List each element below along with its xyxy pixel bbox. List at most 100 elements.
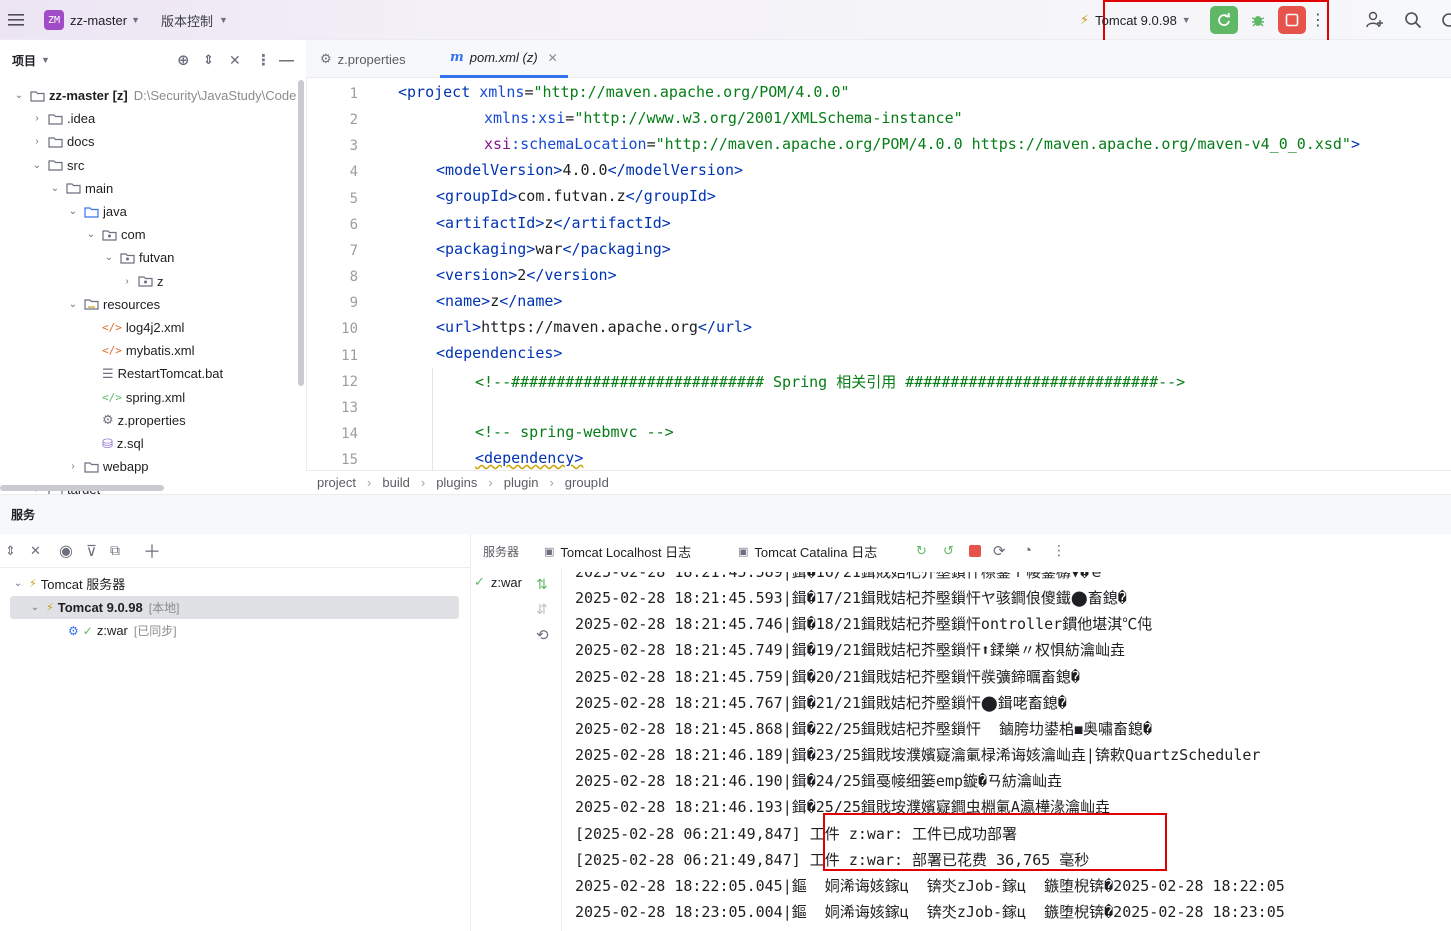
code-line-12: <!--############################ Spring … [475, 373, 1186, 391]
breadcrumb-item[interactable]: groupId [565, 475, 609, 490]
stop-button[interactable] [1278, 6, 1306, 34]
tab-z-properties[interactable]: ⚙ z.properties [320, 40, 406, 78]
settings-button[interactable] [1440, 0, 1451, 40]
tree-item-idea[interactable]: › .idea [0, 107, 306, 130]
package-icon [120, 252, 135, 264]
locate-icon[interactable]: ⊕ [177, 51, 190, 69]
tree-item-webapp[interactable]: › webapp [0, 455, 306, 478]
chevron-right-icon[interactable]: › [120, 276, 134, 287]
expand-all-icon[interactable]: ⇕ [5, 543, 16, 559]
debug-button[interactable] [1244, 6, 1272, 34]
search-everywhere-button[interactable] [1404, 0, 1422, 40]
rerun-icon [1218, 12, 1231, 26]
log-line: 2025-02-28 18:21:46.190|鍓�24/25鍓戞帹细篓emp鏇… [575, 772, 1063, 791]
chevron-down-icon[interactable]: ▼ [41, 55, 50, 65]
chevron-down-icon[interactable]: ⌄ [30, 160, 44, 171]
tree-item-java[interactable]: ⌄ java [0, 200, 306, 223]
tab-localhost-log[interactable]: ▣ Tomcat Localhost 日志 [544, 534, 691, 568]
chevron-down-icon[interactable]: ⌄ [84, 229, 98, 240]
project-tree-scrollbar[interactable] [298, 80, 304, 386]
run-config-selector[interactable]: ⚡ Tomcat 9.0.98 ▼ [1080, 0, 1191, 40]
refresh-icon[interactable]: ⟲ [536, 626, 549, 644]
chevron-right-icon[interactable]: › [30, 113, 44, 124]
line-number: 13 [341, 399, 358, 416]
tree-item-restarttomcat-bat[interactable]: ☰ RestartTomcat.bat [0, 362, 306, 385]
gear-icon: ⚙ [320, 51, 332, 66]
services-tree-root[interactable]: ⌄ ⚡ Tomcat 服务器 [0, 572, 306, 595]
xml-file-icon: </> [102, 321, 122, 334]
main-menu-button[interactable] [8, 0, 24, 40]
project-panel-title[interactable]: 项目 [12, 52, 36, 69]
kebab-icon[interactable]: ⋮ [256, 51, 271, 69]
stop-icon[interactable] [969, 545, 981, 557]
tree-label: Tomcat 9.0.98 [57, 600, 143, 615]
project-switcher[interactable]: ZM zz-master ▼ [44, 0, 140, 40]
rerun-button[interactable] [1210, 6, 1238, 34]
tree-item-z[interactable]: › z [0, 270, 306, 293]
close-icon[interactable]: ✕ [548, 51, 558, 65]
tree-item-com[interactable]: ⌄ com [0, 223, 306, 246]
vcs-widget[interactable]: 版本控制 ▼ [161, 0, 228, 40]
tree-item-z-sql[interactable]: ⛁ z.sql [0, 432, 306, 455]
add-icon[interactable]: ＋ [143, 538, 161, 564]
folder-icon [84, 461, 99, 473]
tab-pom-xml[interactable]: m pom.xml (z) ✕ [440, 40, 568, 78]
line-number: 1 [349, 86, 358, 102]
tree-item-z-properties[interactable]: ⚙ z.properties [0, 409, 306, 432]
project-tree-hscrollbar[interactable] [0, 485, 164, 491]
tab-catalina-log[interactable]: ▣ Tomcat Catalina 日志 [738, 534, 877, 568]
gauge-icon[interactable]: ◔ [1023, 542, 1032, 559]
log-line: 2025-02-28 18:22:05.045|鏂 姛浠诲姟鎵ц 锛氼zJob-… [575, 876, 1285, 895]
log-line: 2025-02-28 18:21:45.746|鍓�18/21鍓戝姞杞芥壂鎻忓o… [575, 615, 1153, 634]
tree-item-zz-master-z[interactable]: ⌄ zz-master [z] D:\Security\JavaStudy\Code [0, 84, 306, 107]
chevron-right-icon[interactable]: › [30, 136, 44, 147]
folder-icon [30, 90, 45, 102]
eye-icon[interactable]: ◉ [59, 541, 73, 561]
kebab-icon[interactable]: ⋮ [1052, 542, 1066, 559]
tree-item-resources[interactable]: ⌄ resources [0, 293, 306, 316]
chevron-down-icon[interactable]: ⌄ [102, 252, 116, 263]
filter-icon[interactable]: ⊽ [86, 542, 97, 560]
collapse-all-icon[interactable]: ✕ [30, 543, 41, 559]
breadcrumb-item[interactable]: build [382, 475, 409, 490]
tree-item-spring-xml[interactable]: </> spring.xml [0, 386, 306, 409]
services-tree-artifact[interactable]: ⚙ ✓ z:war [已同步] [0, 619, 306, 642]
line-number: 4 [349, 164, 358, 181]
update-app-icon[interactable]: ↻ [916, 543, 927, 559]
tree-item-log4j2-xml[interactable]: </> log4j2.xml [0, 316, 306, 339]
tree-label: main [85, 180, 114, 196]
breadcrumb-item[interactable]: plugin [504, 475, 539, 490]
deploy-icon[interactable]: ⇅ [536, 576, 548, 593]
line-number: 8 [349, 269, 358, 286]
undeploy-icon[interactable]: ⇵ [536, 601, 548, 618]
tree-item-docs[interactable]: › docs [0, 130, 306, 153]
chevron-down-icon[interactable]: ⌄ [66, 299, 80, 310]
tree-item-src[interactable]: ⌄ src [0, 154, 306, 177]
new-tab-icon[interactable]: ⧉ [110, 542, 120, 559]
tree-sublabel: [本地] [148, 601, 180, 615]
tab-server[interactable]: 服务器 [483, 534, 519, 568]
tree-item-main[interactable]: ⌄ main [0, 177, 306, 200]
chevron-down-icon[interactable]: ⌄ [48, 183, 62, 194]
more-actions-button[interactable]: ⋮ [1308, 6, 1328, 34]
tree-item-futvan[interactable]: ⌄ futvan [0, 246, 306, 269]
collapse-all-icon[interactable]: ✕ [229, 52, 241, 69]
check-icon: ✓ [82, 623, 93, 638]
deployment-item[interactable]: ✓ z:war [474, 574, 522, 590]
rerun-icon[interactable]: ↺ [943, 543, 954, 559]
services-tree-tomcat-server[interactable]: ⌄ ⚡ Tomcat 9.0.98 [本地] [10, 596, 459, 619]
line-number: 12 [341, 373, 358, 390]
expand-all-icon[interactable]: ⇕ [203, 52, 214, 68]
chevron-right-icon[interactable]: › [66, 461, 80, 472]
minimize-icon[interactable]: — [279, 52, 294, 69]
chevron-down-icon[interactable]: ⌄ [12, 90, 26, 101]
breadcrumb-item[interactable]: plugins [436, 475, 477, 490]
restart-icon[interactable]: ⟳ [993, 542, 1006, 560]
tree-item-mybatis-xml[interactable]: </> mybatis.xml [0, 339, 306, 362]
breadcrumb-item[interactable]: project [317, 475, 356, 490]
tree-label: resources [103, 296, 161, 312]
chevron-down-icon[interactable]: ⌄ [66, 206, 80, 217]
account-button[interactable] [1366, 0, 1384, 40]
tree-label: webapp [103, 459, 149, 475]
xml-file-icon: </> [102, 344, 122, 358]
